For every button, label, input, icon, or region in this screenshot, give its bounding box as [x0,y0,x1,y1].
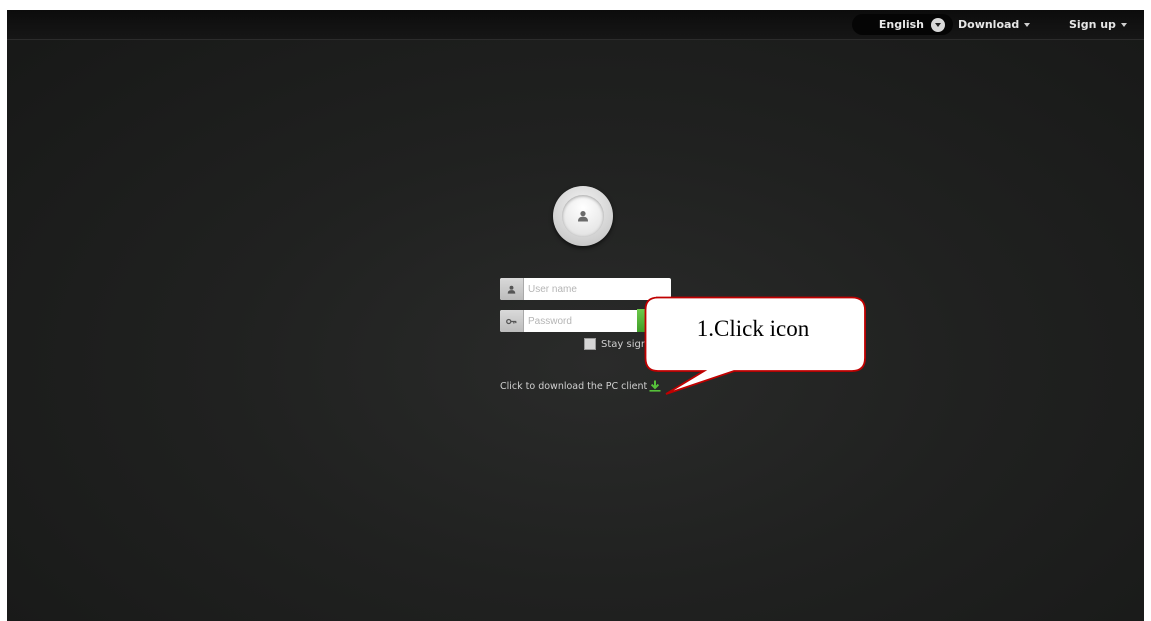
user-icon [507,285,516,294]
password-field[interactable] [500,310,640,332]
download-menu[interactable]: Download [958,18,1031,31]
top-nav-bar: English Download Sign up [7,10,1144,40]
key-icon [506,318,517,324]
download-menu-label: Download [958,18,1020,31]
chevron-down-icon [931,17,945,32]
language-selector[interactable]: English [852,14,953,35]
user-icon [578,211,588,222]
signup-menu-label: Sign up [1069,18,1116,31]
pc-client-download: Click to download the PC client [500,380,661,392]
caret-down-icon [1120,22,1127,27]
caret-down-icon [1024,22,1031,27]
signup-menu[interactable]: Sign up [1069,18,1127,31]
callout-text: 1.Click icon [696,316,810,341]
download-text: Click to download the PC client [500,380,648,392]
callout-annotation: 1.Click icon [644,296,869,402]
password-input[interactable] [524,310,640,332]
stay-signed-in-checkbox[interactable] [584,338,596,350]
avatar [553,186,613,246]
language-label: English [878,18,924,31]
login-page: English Download Sign up User name Stay … [7,10,1144,621]
